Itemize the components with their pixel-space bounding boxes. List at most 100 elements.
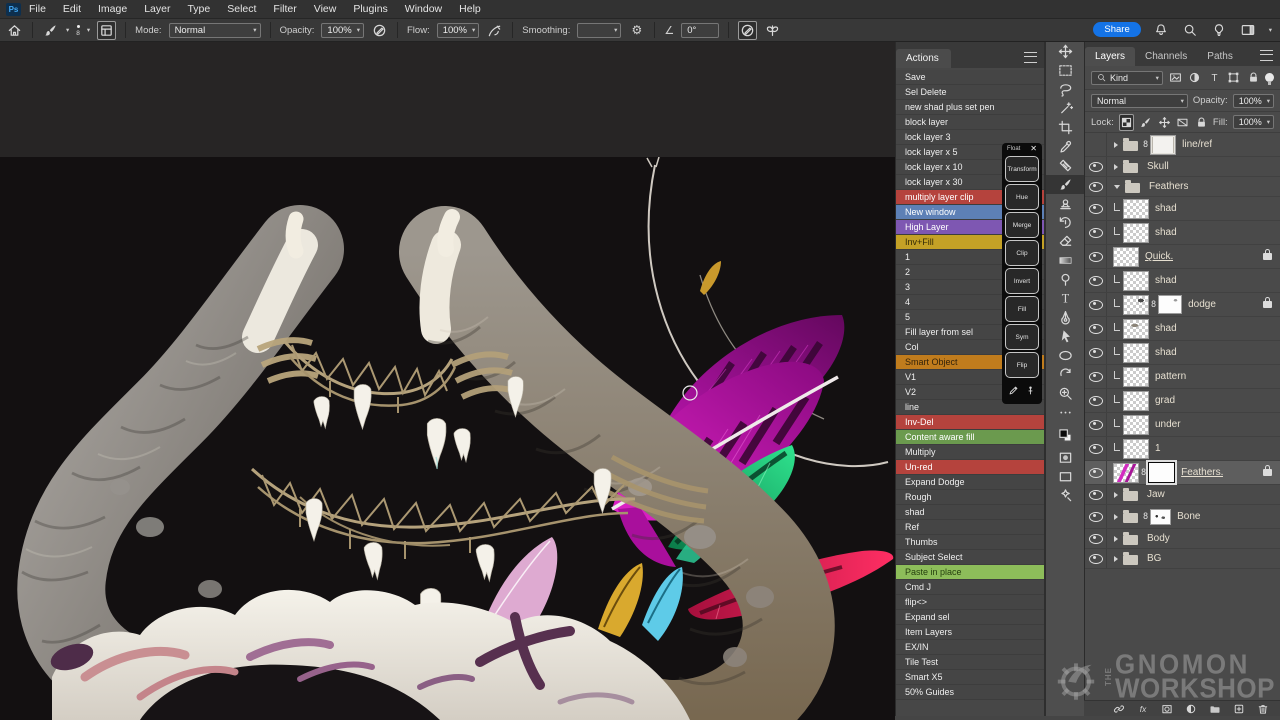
history-brush-tool[interactable] [1046, 213, 1084, 232]
action-item-inv-del[interactable]: Inv-Del [896, 415, 1044, 430]
layer-thumbnail[interactable] [1123, 295, 1149, 315]
search-icon[interactable] [1182, 21, 1199, 38]
lock-transparency-icon[interactable] [1119, 114, 1134, 131]
layer-thumbnail[interactable] [1123, 199, 1149, 219]
action-item-new-shad-plus-set-pen[interactable]: new shad plus set pen [896, 100, 1044, 115]
lasso-tool[interactable] [1046, 80, 1084, 99]
float-button-hue[interactable]: Hue [1005, 184, 1039, 210]
action-item-shad[interactable]: shad [896, 505, 1044, 520]
layer-name[interactable]: pattern [1155, 371, 1186, 382]
visibility-eye-icon[interactable] [1085, 413, 1107, 436]
layer-name[interactable]: Bone [1177, 511, 1200, 522]
pressure-size-icon[interactable] [738, 21, 757, 40]
visibility-eye-icon[interactable] [1085, 293, 1107, 316]
filter-type-layers-icon[interactable]: T [1207, 70, 1222, 85]
lock-pixels-icon[interactable] [1139, 115, 1152, 130]
brush-angle-field[interactable]: 0° [681, 23, 719, 38]
pen-tool[interactable] [1046, 308, 1084, 327]
close-icon[interactable]: ✕ [1030, 146, 1037, 152]
visibility-eye-icon[interactable] [1085, 221, 1107, 244]
brush-tool[interactable] [1046, 175, 1084, 194]
layer-name[interactable]: Jaw [1147, 489, 1165, 500]
screen-mode-tool[interactable] [1046, 467, 1084, 486]
marquee-tool[interactable] [1046, 61, 1084, 80]
layer-name[interactable]: shad [1155, 203, 1177, 214]
object-selection-tool[interactable] [1046, 99, 1084, 118]
layer-thumbnail[interactable] [1113, 247, 1139, 267]
lock-all-icon[interactable] [1194, 115, 1207, 130]
zoom-tool[interactable] [1046, 384, 1084, 403]
menu-edit[interactable]: Edit [63, 3, 81, 15]
layer-thumbnail[interactable] [1123, 415, 1149, 435]
visibility-eye-icon[interactable] [1085, 549, 1107, 568]
visibility-eye-icon[interactable] [1085, 505, 1107, 528]
lock-position-icon[interactable] [1158, 115, 1171, 130]
disclosure-triangle[interactable] [1114, 164, 1118, 170]
layer-mask-thumbnail[interactable] [1158, 295, 1182, 314]
workspace-switcher-icon[interactable] [1240, 21, 1257, 38]
move-tool[interactable] [1046, 42, 1084, 61]
layer-name[interactable]: Quick. [1145, 251, 1173, 262]
kind-filter-dropdown[interactable]: Kind▾ [1091, 71, 1163, 85]
layer-row-grad[interactable]: grad [1085, 389, 1280, 413]
visibility-eye-icon[interactable] [1085, 437, 1107, 460]
quick-mask-tool[interactable] [1046, 448, 1084, 467]
action-item-save[interactable]: Save [896, 70, 1044, 85]
layer-mask-thumbnail[interactable] [1148, 462, 1175, 483]
action-item-smart-x5[interactable]: Smart X5 [896, 670, 1044, 685]
layer-row-shad[interactable]: shad [1085, 317, 1280, 341]
visibility-eye-empty[interactable] [1085, 133, 1107, 156]
disclosure-triangle[interactable] [1114, 556, 1118, 562]
layer-row-shad[interactable]: shad [1085, 221, 1280, 245]
layer-thumbnail[interactable] [1123, 319, 1149, 339]
layer-row-shad[interactable]: shad [1085, 341, 1280, 365]
disclosure-triangle[interactable] [1114, 142, 1118, 148]
layer-row-skull[interactable]: Skull [1085, 157, 1280, 177]
disclosure-triangle[interactable] [1114, 492, 1118, 498]
extra-tool-tool[interactable] [1046, 486, 1084, 505]
visibility-eye-icon[interactable] [1085, 317, 1107, 340]
layer-name[interactable]: line/ref [1182, 139, 1212, 150]
action-item-rough[interactable]: Rough [896, 490, 1044, 505]
visibility-eye-icon[interactable] [1085, 157, 1107, 176]
action-item-subject-select[interactable]: Subject Select [896, 550, 1044, 565]
layer-row-shad[interactable]: shad [1085, 197, 1280, 221]
layer-name[interactable]: shad [1155, 227, 1177, 238]
menu-select[interactable]: Select [227, 3, 256, 15]
layer-name[interactable]: shad [1155, 275, 1177, 286]
layer-row-1[interactable]: 1 [1085, 437, 1280, 461]
action-item-flip[interactable]: flip<> [896, 595, 1044, 610]
layer-mask-thumbnail[interactable] [1150, 509, 1171, 525]
visibility-eye-icon[interactable] [1085, 365, 1107, 388]
layer-fill-dropdown[interactable]: 100%▾ [1233, 115, 1274, 129]
float-button-clip[interactable]: Clip [1005, 240, 1039, 266]
layer-thumbnail[interactable] [1113, 463, 1139, 483]
layer-row-jaw[interactable]: Jaw [1085, 485, 1280, 505]
action-item-expand-dodge[interactable]: Expand Dodge [896, 475, 1044, 490]
layer-name[interactable]: shad [1155, 323, 1177, 334]
layer-thumbnail[interactable] [1123, 391, 1149, 411]
rotate-view-tool[interactable] [1046, 365, 1084, 384]
share-button[interactable]: Share [1093, 22, 1140, 37]
filter-adjustment-layers-icon[interactable] [1187, 70, 1202, 85]
visibility-eye-icon[interactable] [1085, 197, 1107, 220]
adjustment-icon[interactable] [1183, 701, 1198, 716]
shape-tool[interactable] [1046, 346, 1084, 365]
smoothing-field[interactable]: ▾ [577, 23, 621, 38]
action-item-thumbs[interactable]: Thumbs [896, 535, 1044, 550]
layer-row-body[interactable]: Body [1085, 529, 1280, 549]
pencil-icon[interactable] [1008, 383, 1019, 401]
menu-help[interactable]: Help [459, 3, 481, 15]
layer-opacity-dropdown[interactable]: 100%▾ [1233, 94, 1274, 108]
menu-type[interactable]: Type [187, 3, 210, 15]
visibility-eye-icon[interactable] [1085, 245, 1107, 268]
tab-layers[interactable]: Layers [1085, 47, 1135, 66]
action-item-ref[interactable]: Ref [896, 520, 1044, 535]
action-item-item-layers[interactable]: Item Layers [896, 625, 1044, 640]
menu-file[interactable]: File [29, 3, 46, 15]
layer-row-pattern[interactable]: pattern [1085, 365, 1280, 389]
layer-thumbnail[interactable] [1150, 135, 1176, 155]
visibility-eye-icon[interactable] [1085, 529, 1107, 548]
path-selection-tool[interactable] [1046, 327, 1084, 346]
layer-row-feathers[interactable]: 8Feathers. [1085, 461, 1280, 485]
